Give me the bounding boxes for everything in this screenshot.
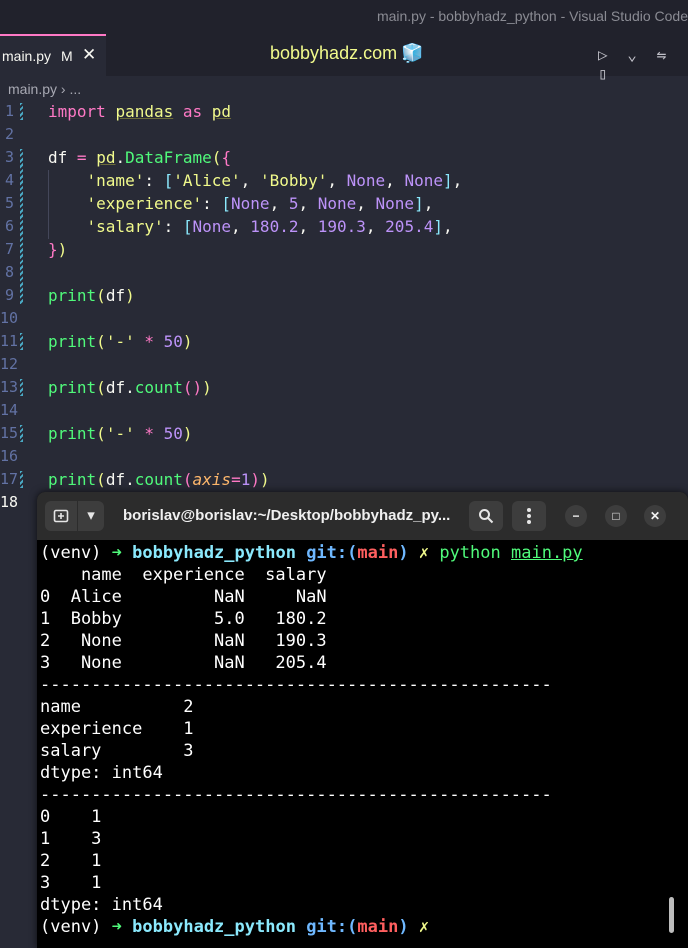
- prompt-line: (venv) ➜ bobbyhadz_python git:(main) ✗ p…: [40, 543, 583, 563]
- code-line: print(df.count(axis=1)): [48, 470, 270, 489]
- close-button[interactable]: ✕: [644, 505, 666, 527]
- output-line: experience 1: [40, 719, 194, 739]
- code-line: 'name': ['Alice', 'Bobby', None, None],: [86, 171, 463, 190]
- line-number: 11: [0, 332, 19, 350]
- terminal-window[interactable]: ▾ borislav@borislav:~/Desktop/bobbyhadz_…: [37, 492, 688, 948]
- search-button[interactable]: [469, 501, 503, 531]
- line-number: 3: [4, 148, 14, 166]
- line-number: 14: [0, 401, 19, 419]
- modified-badge: M: [61, 48, 73, 64]
- new-tab-button[interactable]: [45, 501, 77, 531]
- breadcrumb-file[interactable]: main.py: [8, 81, 57, 97]
- search-icon: [479, 509, 494, 524]
- output-line: dtype: int64: [40, 763, 163, 783]
- breadcrumb-chevron-icon: ›: [60, 81, 66, 97]
- output-line: 2 None NaN 190.3: [40, 631, 327, 651]
- line-number: 9: [4, 286, 14, 304]
- terminal-scrollbar[interactable]: [669, 897, 674, 933]
- output-line: 3 1: [40, 873, 102, 893]
- terminal-title: borislav@borislav:~/Desktop/bobbyhadz_py…: [123, 507, 451, 524]
- line-number: 12: [0, 355, 19, 373]
- line-number: 10: [0, 309, 19, 327]
- line-number: 17: [0, 470, 19, 488]
- output-line: name experience salary: [40, 565, 327, 585]
- minimize-button[interactable]: −: [565, 505, 587, 527]
- output-line: salary 3: [40, 741, 194, 761]
- tab-filename: main.py: [2, 48, 52, 64]
- tab-menu-button[interactable]: ▾: [78, 501, 104, 531]
- line-number: 16: [0, 447, 19, 465]
- prompt-line: (venv) ➜ bobbyhadz_python git:(main) ✗: [40, 917, 430, 937]
- code-line: import pandas as pd: [48, 102, 232, 121]
- center-title: bobbyhadz.com 🧊: [270, 43, 424, 64]
- maximize-icon: □: [612, 509, 620, 523]
- new-terminal-icon: [53, 509, 69, 523]
- line-number: 5: [4, 194, 14, 212]
- ice-cube-icon: 🧊: [401, 43, 424, 63]
- line-number: 8: [4, 263, 14, 281]
- output-line: 0 Alice NaN NaN: [40, 587, 327, 607]
- compare-changes-icon[interactable]: ⇋: [657, 45, 667, 64]
- line-number: 13: [0, 378, 19, 396]
- editor-tab-bar: main.py M ✕ bobbyhadz.com 🧊 ▷ ⌄ ⇋ ▯: [0, 34, 688, 83]
- git-change-marker[interactable]: [20, 149, 23, 304]
- code-line: print('-' * 50): [48, 332, 193, 351]
- output-line: 3 None NaN 205.4: [40, 653, 327, 673]
- breadcrumb-rest[interactable]: ...: [69, 81, 81, 97]
- close-icon[interactable]: ✕: [82, 45, 96, 65]
- close-icon: ✕: [649, 509, 661, 523]
- line-number: 4: [4, 171, 14, 189]
- kebab-menu-icon: [527, 508, 531, 524]
- menu-button[interactable]: [512, 501, 546, 531]
- run-icon[interactable]: ▷: [598, 45, 608, 64]
- code-line: print(df): [48, 286, 135, 305]
- output-line: 1 Bobby 5.0 180.2: [40, 609, 327, 629]
- git-change-marker[interactable]: [20, 425, 23, 442]
- center-title-text: bobbyhadz.com: [270, 43, 398, 63]
- output-line: name 2: [40, 697, 194, 717]
- chevron-down-icon[interactable]: ⌄: [627, 45, 637, 64]
- line-number: 7: [4, 240, 14, 258]
- output-line: ----------------------------------------…: [40, 675, 552, 695]
- chevron-down-icon: ▾: [87, 507, 95, 524]
- window-titlebar: main.py - bobbyhadz_python - Visual Stud…: [0, 0, 688, 34]
- code-line: 'experience': [None, 5, None, None],: [86, 194, 434, 213]
- output-line: 2 1: [40, 851, 102, 871]
- terminal-header: ▾ borislav@borislav:~/Desktop/bobbyhadz_…: [37, 492, 688, 540]
- output-line: dtype: int64: [40, 895, 163, 915]
- line-number: 6: [4, 217, 14, 235]
- code-line: print('-' * 50): [48, 424, 193, 443]
- output-line: 0 1: [40, 807, 102, 827]
- code-line: df = pd.DataFrame({: [48, 148, 232, 167]
- minimize-icon: −: [572, 509, 580, 523]
- line-number: 2: [4, 125, 14, 143]
- breadcrumb: main.py › ...: [0, 76, 688, 100]
- git-change-marker[interactable]: [20, 471, 23, 488]
- code-line: print(df.count()): [48, 378, 212, 397]
- output-line: ----------------------------------------…: [40, 785, 552, 805]
- line-number: 15: [0, 424, 19, 442]
- git-change-marker[interactable]: [20, 379, 23, 396]
- line-number: 1: [4, 102, 14, 120]
- line-number-active: 18: [0, 493, 19, 511]
- code-line: 'salary': [None, 180.2, 190.3, 205.4],: [86, 217, 453, 236]
- window-title: main.py - bobbyhadz_python - Visual Stud…: [376, 8, 688, 24]
- tab-main-py[interactable]: main.py M ✕: [0, 34, 106, 76]
- git-change-marker[interactable]: [20, 103, 23, 120]
- code-line: }): [48, 240, 68, 259]
- output-line: 1 3: [40, 829, 102, 849]
- git-change-marker[interactable]: [20, 333, 23, 350]
- maximize-button[interactable]: □: [605, 505, 627, 527]
